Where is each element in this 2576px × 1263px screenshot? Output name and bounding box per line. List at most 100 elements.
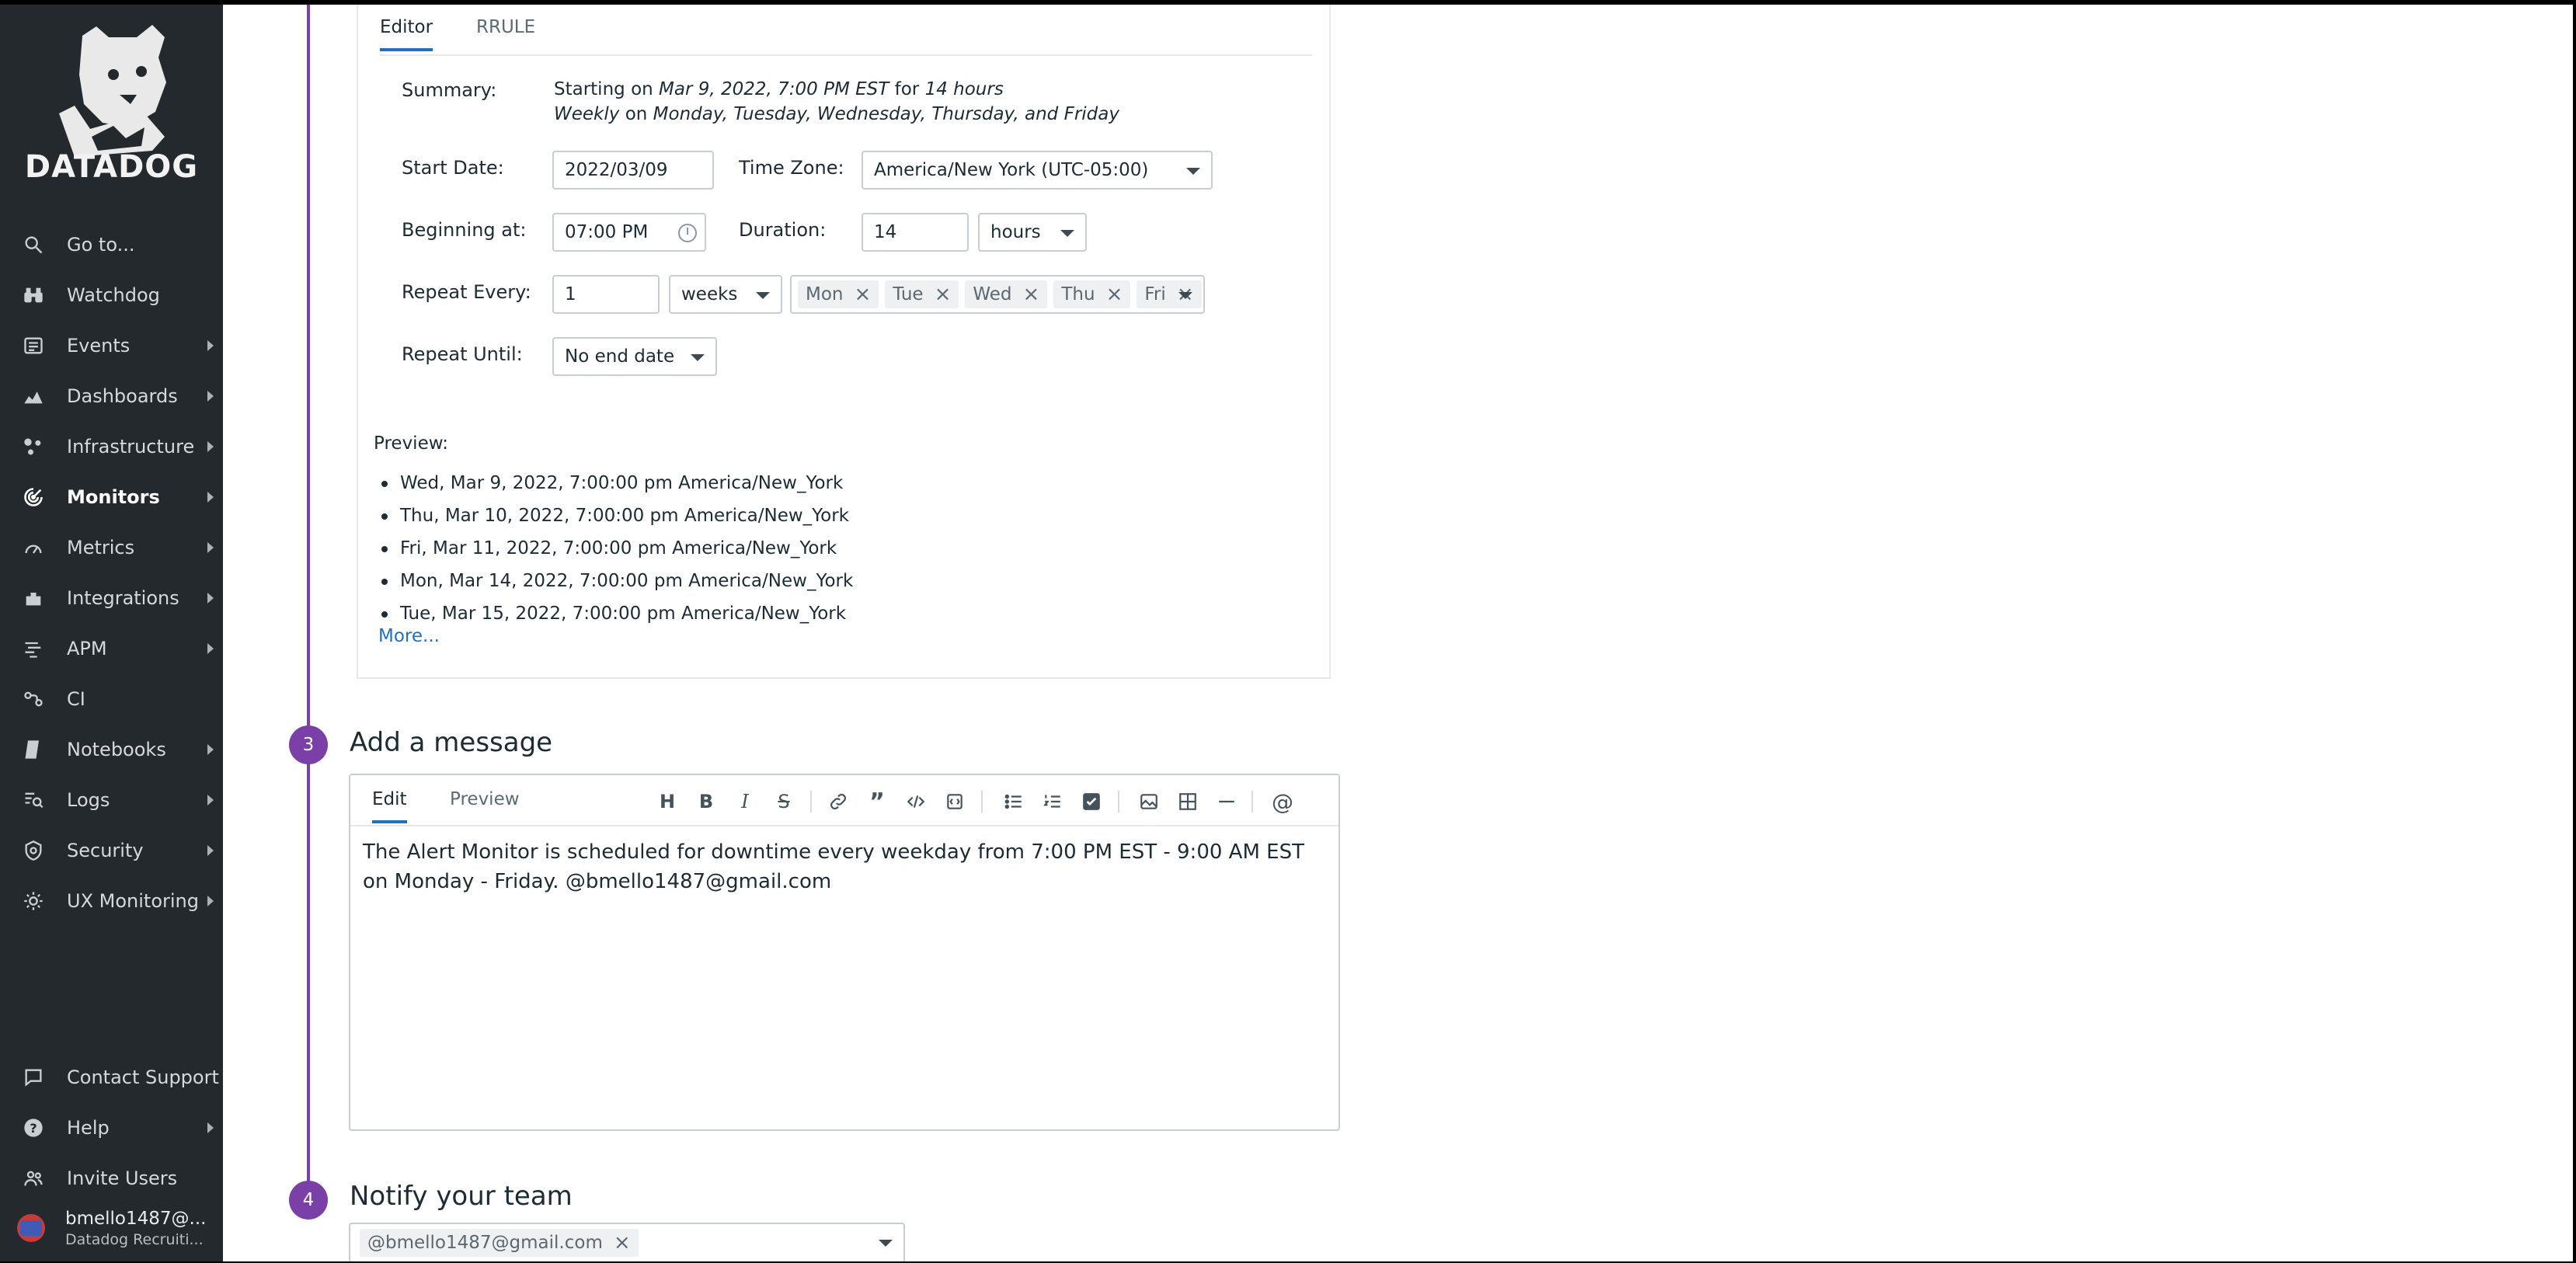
sidebar-item-label: Dashboards [67, 384, 178, 407]
italic-icon[interactable]: I [733, 789, 757, 814]
users-icon [22, 1167, 45, 1190]
repeat-unit-select[interactable]: weeks [669, 275, 782, 314]
close-icon[interactable]: × [1023, 283, 1040, 306]
recipient-tag: @bmello1487@gmail.com × [360, 1229, 639, 1257]
sidebar-item-apm[interactable]: APM [0, 623, 223, 673]
user-menu[interactable]: bmello1487@... Datadog Recruiti... [0, 1201, 223, 1255]
time-zone-select[interactable]: America/New York (UTC-05:00) [862, 151, 1213, 190]
duration-unit-select[interactable]: hours [978, 213, 1087, 252]
message-textarea[interactable]: The Alert Monitor is scheduled for downt… [350, 826, 1321, 907]
chevron-right-icon [207, 1122, 214, 1133]
tab-preview[interactable]: Preview [450, 789, 520, 809]
weekdays-multiselect[interactable]: Mon × Tue × Wed × Thu × Fri × [790, 275, 1205, 314]
strikethrough-icon[interactable]: S [771, 789, 796, 814]
bold-icon[interactable]: B [694, 789, 719, 814]
close-icon[interactable]: × [855, 283, 872, 306]
message-editor: Edit Preview H B I S ” @ The Alert Monit… [349, 774, 1340, 1131]
chevron-right-icon [207, 391, 214, 402]
sidebar-item-label: Notebooks [67, 738, 166, 760]
close-icon[interactable]: × [935, 283, 952, 306]
repeat-every-label: Repeat Every: [402, 281, 531, 303]
table-icon[interactable] [1175, 789, 1200, 814]
summary-label: Summary: [402, 79, 497, 101]
preview-item: Tue, Mar 15, 2022, 7:00:00 pm America/Ne… [375, 597, 853, 630]
image-icon[interactable] [1137, 789, 1161, 814]
sidebar-item-ux-monitoring[interactable]: UX Monitoring [0, 875, 223, 926]
sidebar-item-watchdog[interactable]: Watchdog [0, 270, 223, 320]
link-icon[interactable] [826, 789, 851, 814]
sidebar-item-ci[interactable]: CI [0, 673, 223, 724]
tab-edit[interactable]: Edit [372, 789, 407, 823]
chevron-right-icon [207, 643, 214, 654]
apm-icon [22, 637, 45, 660]
duration-input[interactable]: 14 [862, 213, 969, 252]
chevron-right-icon [207, 441, 214, 452]
monitors-icon [22, 485, 45, 509]
toolbar-divider [1118, 791, 1119, 812]
step-number-3: 3 [289, 725, 328, 764]
toolbar-divider [810, 791, 812, 812]
start-date-input[interactable]: 2022/03/09 [552, 151, 714, 190]
numbered-list-icon[interactable] [1040, 789, 1065, 814]
sidebar-item-label: CI [67, 687, 85, 710]
weekday-tag: Tue × [885, 280, 959, 308]
summary-line-1: Starting on Mar 9, 2022, 7:00 PM EST for… [554, 79, 1004, 99]
preview-item: Thu, Mar 10, 2022, 7:00:00 pm America/Ne… [375, 499, 853, 532]
mention-icon[interactable]: @ [1270, 789, 1295, 815]
sidebar-item-label: Infrastructure [67, 435, 195, 458]
beginning-time-input[interactable]: 07:00 PM [552, 213, 706, 252]
add-message-title: Add a message [350, 727, 553, 758]
sidebar-item-security[interactable]: Security [0, 825, 223, 875]
notify-recipients-select[interactable]: @bmello1487@gmail.com × [349, 1223, 905, 1261]
sidebar-nav: Go to... Watchdog Events Dashboards Infrastr… [0, 219, 223, 926]
time-zone-label: Time Zone: [739, 157, 844, 179]
chevron-right-icon [207, 845, 214, 856]
clock-icon[interactable] [678, 224, 697, 242]
chevron-down-icon [691, 354, 705, 361]
sidebar-item-integrations[interactable]: Integrations [0, 572, 223, 623]
code-block-icon[interactable] [942, 789, 967, 814]
quote-icon[interactable]: ” [865, 788, 889, 816]
notebook-icon [22, 738, 45, 761]
sidebar-item-events[interactable]: Events [0, 320, 223, 371]
sidebar-item-dashboards[interactable]: Dashboards [0, 371, 223, 421]
sidebar-item-monitors[interactable]: Monitors [0, 471, 223, 522]
sidebar-item-label: Watchdog [67, 284, 160, 306]
sidebar-item-logs[interactable]: Logs [0, 774, 223, 825]
chevron-down-icon [756, 292, 770, 299]
more-link[interactable]: More... [378, 626, 440, 646]
close-icon[interactable]: × [614, 1231, 631, 1254]
sidebar-item-metrics[interactable]: Metrics [0, 522, 223, 572]
avatar [17, 1214, 45, 1242]
tab-editor[interactable]: Editor [380, 17, 433, 51]
sidebar-item-label: UX Monitoring [67, 889, 199, 912]
sidebar-item-notebooks[interactable]: Notebooks [0, 724, 223, 774]
sidebar-item-label: Invite Users [67, 1167, 178, 1189]
sidebar-item-label: Events [67, 334, 131, 357]
checklist-icon[interactable] [1079, 789, 1104, 814]
sidebar-item-contact-support[interactable]: Contact Support [0, 1052, 223, 1102]
sidebar-item-infrastructure[interactable]: Infrastructure [0, 421, 223, 471]
sidebar-item-help[interactable]: ? Help [0, 1102, 223, 1153]
beginning-label: Beginning at: [402, 219, 527, 241]
horizontal-rule-icon[interactable] [1214, 789, 1239, 814]
repeat-until-select[interactable]: No end date [552, 337, 717, 376]
integrations-icon [22, 586, 45, 610]
ci-icon [22, 687, 45, 711]
chevron-down-icon [1186, 168, 1200, 175]
tab-rrule[interactable]: RRULE [476, 17, 535, 37]
sidebar-item-label: Logs [67, 788, 110, 811]
infrastructure-icon [22, 435, 45, 458]
repeat-every-input[interactable]: 1 [552, 275, 660, 314]
dashboards-icon [22, 384, 45, 408]
sidebar-item-invite-users[interactable]: Invite Users [0, 1153, 223, 1203]
duration-label: Duration: [739, 219, 827, 241]
bullet-list-icon[interactable] [1001, 789, 1026, 814]
heading-icon[interactable]: H [655, 789, 680, 814]
code-icon[interactable] [903, 789, 928, 814]
close-icon[interactable]: × [1106, 283, 1123, 306]
chevron-right-icon [207, 340, 214, 351]
chevron-right-icon [207, 542, 214, 553]
chevron-right-icon [207, 744, 214, 755]
sidebar-item-go-to[interactable]: Go to... [0, 219, 223, 270]
